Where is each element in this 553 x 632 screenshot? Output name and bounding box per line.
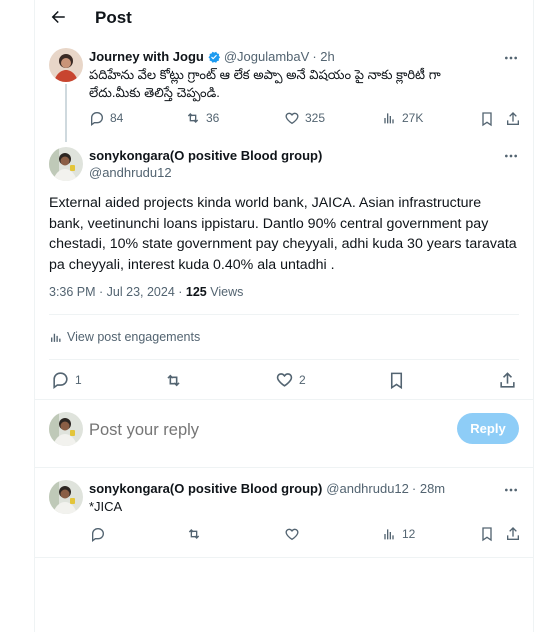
- reply-icon: [91, 112, 104, 126]
- view-engagements-link[interactable]: View post engagements: [49, 330, 200, 344]
- share-button[interactable]: [504, 110, 522, 128]
- reply-button[interactable]: Reply: [457, 413, 519, 444]
- reply-input[interactable]: [89, 418, 349, 442]
- engagements-label: View post engagements: [67, 330, 201, 344]
- more-icon: [505, 56, 517, 60]
- avatar: [49, 412, 83, 446]
- author-handle[interactable]: @andhrudu12: [326, 481, 409, 496]
- thread-line: [65, 84, 67, 142]
- reply-button-icon[interactable]: [89, 525, 107, 543]
- repost-button[interactable]: [185, 525, 203, 543]
- views-action[interactable]: 12: [381, 526, 415, 542]
- parent-post-author-row: Journey with Jogu @JogulambaV · 2h: [89, 49, 335, 64]
- verified-badge-icon: [207, 50, 221, 64]
- parent-post-text-line1: పదిహేను వేల కోట్లు గ్రాంట్ ఆ లేక అప్పా అ…: [89, 67, 441, 82]
- main-post-handle-row: @andhrudu12: [89, 165, 172, 180]
- reply-icon: [53, 372, 68, 389]
- bookmark-button[interactable]: [478, 110, 496, 128]
- page-title: Post: [95, 8, 132, 27]
- post-time[interactable]: · 28m: [412, 481, 445, 496]
- more-icon: [505, 488, 517, 492]
- author-handle[interactable]: @andhrudu12: [89, 165, 172, 180]
- avatar[interactable]: [49, 147, 83, 181]
- like-icon: [285, 528, 299, 541]
- post-meta: 3:36 PM · Jul 23, 2024 · 125 Views: [49, 285, 243, 299]
- author-handle[interactable]: @JogulambaV: [224, 49, 309, 64]
- back-button[interactable]: [47, 6, 69, 28]
- post-column: Post Journey with Jogu @JogulambaV · 2h …: [34, 0, 534, 632]
- reply-count: 84: [110, 111, 124, 125]
- back-arrow-icon: [51, 11, 65, 23]
- reply-post-author-row: sonykongara(O positive Blood group) @and…: [89, 481, 445, 496]
- views-icon: [384, 529, 394, 540]
- repost-count: 36: [206, 111, 220, 125]
- repost-button[interactable]: [163, 370, 183, 390]
- share-icon: [507, 527, 519, 540]
- like-count: 2: [299, 372, 306, 387]
- reply-count: 1: [75, 372, 82, 387]
- reply-action[interactable]: 84: [89, 110, 123, 126]
- like-action[interactable]: 325: [284, 110, 325, 126]
- author-name[interactable]: sonykongara(O positive Blood group): [89, 481, 322, 496]
- parent-post-text: పదిహేను వేల కోట్లు గ్రాంట్ ఆ లేక అప్పా అ…: [89, 66, 529, 102]
- divider: [49, 359, 519, 360]
- reply-post-text: *JICA: [89, 499, 123, 514]
- divider: [35, 557, 533, 558]
- bookmark-icon: [482, 527, 492, 542]
- repost-icon: [188, 529, 200, 539]
- like-action[interactable]: 2: [275, 370, 306, 389]
- like-icon: [276, 373, 293, 387]
- more-button[interactable]: [501, 50, 521, 66]
- bookmark-icon: [482, 112, 492, 127]
- more-button[interactable]: [501, 482, 521, 498]
- more-icon: [505, 154, 517, 158]
- avatar[interactable]: [49, 48, 83, 82]
- like-button[interactable]: [283, 525, 301, 543]
- share-icon: [507, 112, 519, 125]
- repost-icon: [187, 113, 199, 123]
- views-label: Views: [206, 285, 244, 299]
- repost-icon: [166, 374, 180, 386]
- bookmark-button[interactable]: [478, 525, 496, 543]
- post-timestamp[interactable]: 3:36 PM · Jul 23, 2024 ·: [49, 285, 186, 299]
- page-header: Post: [35, 0, 533, 36]
- repost-action[interactable]: 36: [185, 110, 219, 126]
- reply-icon: [92, 528, 105, 542]
- divider: [35, 467, 533, 468]
- author-name[interactable]: Journey with Jogu: [89, 49, 204, 64]
- share-icon: [499, 371, 515, 388]
- views-icon: [384, 113, 394, 124]
- views-count: 27K: [402, 111, 424, 125]
- main-post-text: External aided projects kinda world bank…: [49, 195, 517, 273]
- divider: [49, 314, 519, 315]
- more-button[interactable]: [501, 148, 521, 164]
- bookmark-button[interactable]: [386, 370, 406, 390]
- avatar[interactable]: [49, 480, 83, 514]
- views-count: 12: [402, 527, 416, 541]
- divider: [35, 399, 533, 400]
- parent-post-text-line2: లేదు.మీకు తెలిస్తే చెప్పండి.: [89, 85, 220, 100]
- author-name[interactable]: sonykongara(O positive Blood group): [89, 148, 322, 163]
- main-post-author-name-row: sonykongara(O positive Blood group): [89, 148, 322, 163]
- views-count: 125: [185, 285, 207, 299]
- analytics-icon: [51, 333, 61, 342]
- like-icon: [285, 112, 299, 125]
- views-action[interactable]: 27K: [381, 110, 423, 126]
- like-count: 325: [305, 111, 326, 125]
- reply-action[interactable]: 1: [51, 370, 82, 389]
- share-button[interactable]: [497, 370, 517, 390]
- post-time[interactable]: · 2h: [312, 49, 334, 64]
- share-button[interactable]: [504, 525, 522, 543]
- bookmark-icon: [390, 372, 402, 389]
